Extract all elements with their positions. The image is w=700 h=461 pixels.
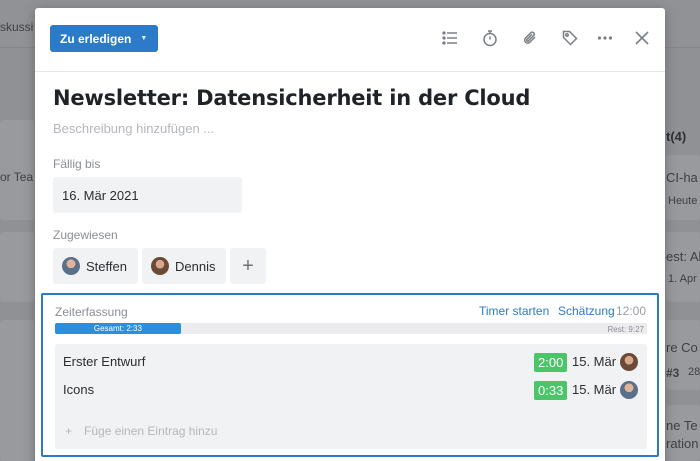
entry-duration-badge: 2:00 <box>534 353 568 372</box>
rest-time-label: Rest: 9:27 <box>607 325 644 334</box>
estimate-link[interactable]: Schätzung <box>558 304 615 318</box>
background-text: t(4) <box>666 129 687 144</box>
plus-icon: + <box>65 424 73 438</box>
status-label: Zu erledigen <box>60 31 132 46</box>
assignee-chip[interactable]: Dennis <box>142 248 226 284</box>
assignee-name: Dennis <box>175 258 216 274</box>
due-date-field[interactable]: 16. Mär 2021 <box>53 177 242 213</box>
add-assignee-button[interactable]: + <box>230 248 266 284</box>
time-tracking-label: Zeiterfassung <box>55 305 128 319</box>
background-text: or Tea <box>0 170 34 184</box>
assignee-name: Steffen <box>86 258 127 274</box>
time-progress-fill: Gesamt: 2:33 <box>55 323 181 334</box>
avatar <box>151 257 169 275</box>
background-text: 1. Apr <box>668 273 697 285</box>
caret-down-icon: ▼ <box>140 35 148 42</box>
background-text: 28 <box>688 366 700 378</box>
entry-date: 15. Mär <box>572 382 617 397</box>
background-text: ration <box>666 436 699 451</box>
tag-icon[interactable] <box>560 28 580 48</box>
assigned-label: Zugewiesen <box>53 228 118 242</box>
entry-date: 15. Mär <box>572 354 617 369</box>
time-tracking-panel: Zeiterfassung Timer starten Schätzung 12… <box>41 293 659 457</box>
entry-duration-badge: 0:33 <box>534 381 568 400</box>
description-input[interactable]: Beschreibung hinzufügen ... <box>53 121 214 136</box>
add-entry-placeholder: Füge einen Eintrag hinzu <box>84 424 218 438</box>
task-title[interactable]: Newsletter: Datensicherheit in der Cloud <box>53 86 530 110</box>
time-entry[interactable]: Erster Entwurf 2:00 15. Mär <box>55 350 647 374</box>
background-text: ne Te <box>666 418 698 433</box>
due-date-label: Fällig bis <box>53 157 101 171</box>
due-date-value: 16. Mär 2021 <box>62 187 139 203</box>
background-text: est: Al <box>666 249 700 264</box>
paperclip-icon[interactable] <box>520 28 540 48</box>
time-progress-bar: Gesamt: 2:33 <box>55 323 647 334</box>
background-card <box>666 405 700 461</box>
background-card <box>666 232 700 302</box>
total-time-label: Gesamt: 2:33 <box>93 324 142 333</box>
background-card <box>666 155 700 220</box>
list-icon[interactable] <box>440 28 460 48</box>
entry-name: Erster Entwurf <box>63 354 146 369</box>
time-entry[interactable]: Icons 0:33 15. Mär <box>55 378 647 402</box>
start-timer-link[interactable]: Timer starten <box>479 304 549 318</box>
more-icon[interactable] <box>595 28 615 48</box>
avatar <box>620 353 638 371</box>
estimate-value: 12:00 <box>615 304 646 318</box>
background-text: skussi <box>0 20 34 34</box>
modal-header: Zu erledigen ▼ <box>35 8 665 72</box>
background-text: #3 <box>666 366 680 380</box>
background-card <box>0 320 34 461</box>
background-card <box>0 232 34 302</box>
background-text: re Co <box>666 340 698 355</box>
avatar <box>620 381 638 399</box>
avatar <box>62 257 80 275</box>
status-dropdown-button[interactable]: Zu erledigen ▼ <box>50 25 159 52</box>
entry-name: Icons <box>63 382 95 397</box>
add-entry-input[interactable]: + Füge einen Eintrag hinzu <box>65 424 217 438</box>
background-text: Heute <box>668 195 698 207</box>
timer-icon[interactable] <box>480 28 500 48</box>
plus-icon: + <box>242 254 254 277</box>
background-text: CI-ha <box>666 170 698 185</box>
time-entries-list: Erster Entwurf 2:00 15. Mär Icons 0:33 1… <box>55 344 647 449</box>
assignee-chip[interactable]: Steffen <box>53 248 138 284</box>
close-icon[interactable] <box>632 28 652 48</box>
task-modal: Zu erledigen ▼ Newsletter: Datensicherhe… <box>35 8 665 461</box>
